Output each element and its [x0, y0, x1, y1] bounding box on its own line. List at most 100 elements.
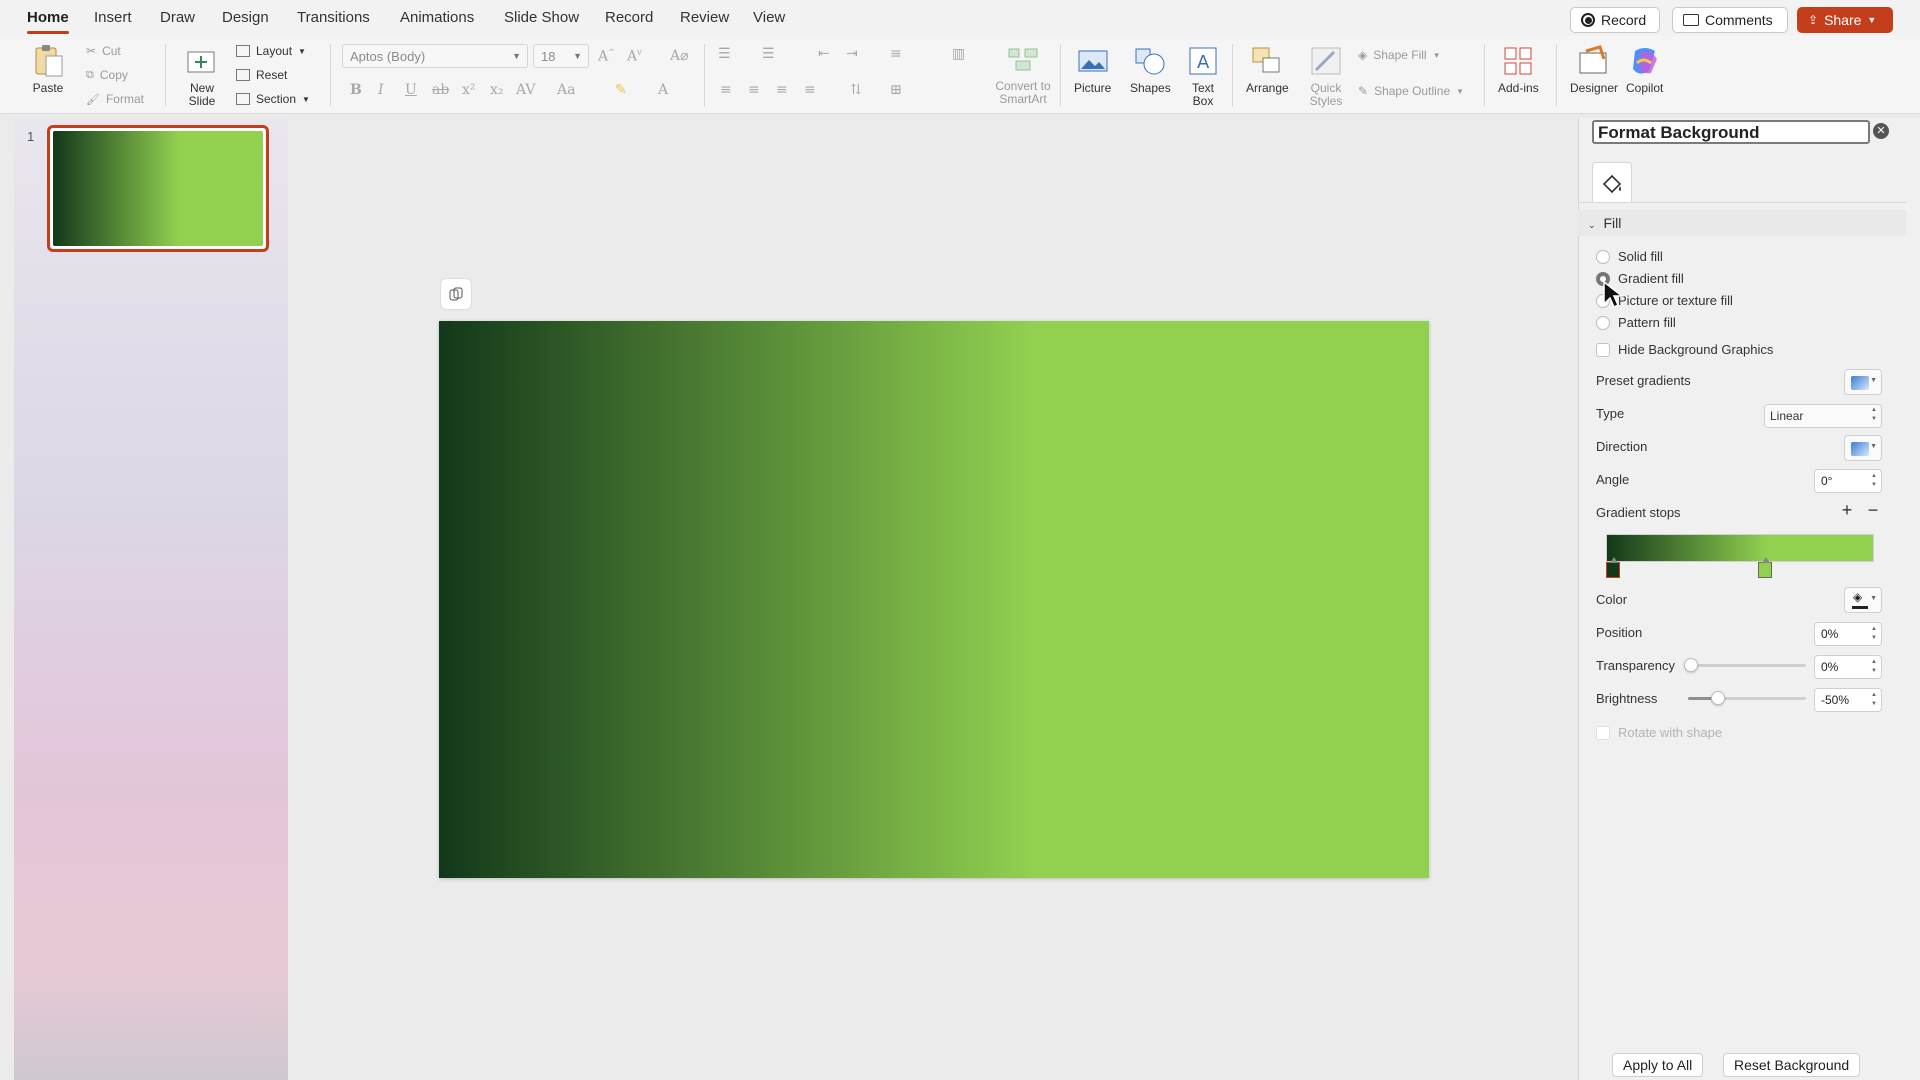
stepper-arrows-icon[interactable]: ▲ ▼: [1871, 658, 1877, 676]
layout-button[interactable]: Layout ▼: [236, 44, 306, 58]
subscript-icon[interactable]: x₂: [490, 82, 504, 98]
bold-icon[interactable]: B: [350, 82, 362, 98]
underline-icon[interactable]: U: [405, 82, 417, 98]
paste-icon: [31, 44, 65, 78]
close-icon[interactable]: ✕: [1873, 123, 1889, 139]
align-left-icon[interactable]: ≡: [720, 82, 732, 98]
angle-label: Angle: [1596, 472, 1630, 487]
increase-indent-icon[interactable]: ⇥: [846, 46, 858, 62]
tab-draw[interactable]: Draw: [160, 9, 195, 26]
tab-transitions[interactable]: Transitions: [297, 9, 370, 26]
font-color-icon[interactable]: A: [658, 82, 668, 98]
character-spacing-icon[interactable]: AV: [516, 82, 536, 98]
tab-animations[interactable]: Animations: [400, 9, 474, 26]
fill-tab[interactable]: [1592, 162, 1632, 202]
justify-icon[interactable]: ≡: [804, 82, 816, 98]
align-text-icon[interactable]: ⊞: [890, 82, 902, 98]
section-button[interactable]: Section ▼: [236, 92, 310, 106]
tab-record[interactable]: Record: [605, 9, 653, 26]
gradient-stop-2[interactable]: [1758, 557, 1773, 578]
tab-review[interactable]: Review: [680, 9, 729, 26]
copilot-button[interactable]: Copilot: [1626, 44, 1663, 95]
picture-button[interactable]: Picture: [1074, 44, 1111, 95]
solid-fill-option[interactable]: Solid fill: [1596, 249, 1663, 264]
hide-background-graphics-option[interactable]: Hide Background Graphics: [1596, 342, 1773, 357]
slide-1[interactable]: [439, 321, 1429, 878]
position-input[interactable]: 0% ▲ ▼: [1814, 622, 1882, 646]
font-name-dropdown[interactable]: Aptos (Body) ▼: [342, 44, 528, 68]
columns-icon[interactable]: ▥: [952, 46, 965, 62]
gradient-type-select[interactable]: Linear ▲ ▼: [1764, 404, 1882, 428]
share-button-label: Share: [1824, 12, 1862, 28]
fill-section-header[interactable]: ⌄ Fill: [1578, 210, 1906, 236]
transparency-input[interactable]: 0% ▲ ▼: [1814, 655, 1882, 679]
brightness-slider-handle[interactable]: [1710, 691, 1725, 705]
angle-input[interactable]: 0° ▲ ▼: [1814, 469, 1882, 493]
align-right-icon[interactable]: ≡: [776, 82, 788, 98]
bullets-icon[interactable]: ☰: [718, 46, 731, 62]
gradient-stop-1[interactable]: [1606, 557, 1620, 578]
reset-background-button[interactable]: Reset Background: [1723, 1053, 1861, 1077]
direction-dropdown[interactable]: ▼: [1844, 435, 1882, 461]
tab-insert[interactable]: Insert: [94, 9, 132, 26]
stepper-arrows-icon[interactable]: ▲ ▼: [1871, 472, 1877, 490]
format-painter-button[interactable]: 🖌 Format: [86, 92, 144, 106]
preset-gradients-dropdown[interactable]: ▼: [1844, 369, 1882, 395]
italic-icon[interactable]: I: [378, 82, 384, 98]
increase-font-icon[interactable]: A^: [598, 48, 615, 65]
designer-suggestions-button[interactable]: [440, 278, 472, 310]
designer-button[interactable]: Designer: [1570, 44, 1618, 95]
remove-gradient-stop-button[interactable]: −: [1862, 500, 1884, 522]
numbering-icon[interactable]: ☰: [762, 46, 775, 62]
hide-background-graphics-checkbox[interactable]: [1596, 342, 1610, 357]
convert-smartart-button[interactable]: Convert to SmartArt: [988, 42, 1058, 106]
add-ins-button[interactable]: Add-ins: [1498, 44, 1539, 95]
rotate-with-shape-option[interactable]: Rotate with shape: [1596, 725, 1722, 740]
change-case-icon[interactable]: Aa: [557, 82, 575, 98]
comments-button[interactable]: Comments: [1672, 7, 1788, 33]
highlight-icon[interactable]: ✎: [615, 82, 627, 98]
tab-view[interactable]: View: [753, 9, 785, 26]
decrease-indent-icon[interactable]: ⇤: [818, 46, 830, 62]
stop-color-dropdown[interactable]: ◈ ▼: [1844, 587, 1882, 613]
copy-button[interactable]: ⧉ Copy: [86, 68, 128, 82]
brightness-value: -50%: [1821, 693, 1850, 707]
designer-icon: [1577, 44, 1611, 78]
pattern-fill-radio[interactable]: [1596, 315, 1610, 330]
apply-to-all-button[interactable]: Apply to All: [1612, 1053, 1704, 1077]
clear-formatting-icon[interactable]: A⌀: [670, 48, 689, 64]
cut-button[interactable]: ✂ Cut: [86, 44, 121, 58]
brightness-input[interactable]: -50% ▲ ▼: [1814, 688, 1882, 712]
rotate-with-shape-checkbox[interactable]: [1596, 725, 1610, 740]
tab-slide-show[interactable]: Slide Show: [504, 9, 579, 26]
new-slide-button[interactable]: New Slide: [180, 44, 224, 108]
solid-fill-radio[interactable]: [1596, 249, 1610, 264]
slide-thumbnail[interactable]: [47, 125, 269, 252]
strikethrough-icon[interactable]: ab: [432, 82, 449, 98]
transparency-slider-handle[interactable]: [1684, 658, 1698, 672]
tab-design[interactable]: Design: [222, 9, 269, 26]
paste-button[interactable]: Paste: [31, 44, 65, 95]
shapes-button[interactable]: Shapes: [1130, 44, 1171, 95]
add-gradient-stop-button[interactable]: +: [1836, 500, 1858, 522]
transparency-slider[interactable]: [1688, 664, 1806, 667]
stepper-arrows-icon[interactable]: ▲ ▼: [1871, 625, 1877, 643]
decrease-font-icon[interactable]: Av: [627, 48, 642, 65]
share-button[interactable]: ⇪ Share ▼: [1797, 7, 1893, 33]
font-size-dropdown[interactable]: 18 ▼: [533, 44, 589, 68]
reset-button[interactable]: Reset: [236, 68, 287, 82]
text-direction-icon[interactable]: ⇅: [850, 82, 862, 98]
gradient-stops-bar[interactable]: [1606, 534, 1874, 562]
arrange-button[interactable]: Arrange: [1246, 44, 1289, 95]
text-box-button[interactable]: A Text Box: [1186, 44, 1220, 108]
shape-fill-button[interactable]: ◈ Shape Fill ▼: [1358, 48, 1441, 62]
stepper-arrows-icon[interactable]: ▲ ▼: [1871, 691, 1877, 709]
record-button[interactable]: Record: [1570, 7, 1660, 33]
quick-styles-button[interactable]: Quick Styles: [1306, 44, 1346, 108]
shape-outline-button[interactable]: ✎ Shape Outline ▼: [1358, 84, 1464, 98]
align-center-icon[interactable]: ≡: [748, 82, 760, 98]
superscript-icon[interactable]: x²: [462, 82, 476, 98]
line-spacing-icon[interactable]: ≡: [890, 46, 902, 62]
pattern-fill-option[interactable]: Pattern fill: [1596, 315, 1676, 330]
tab-home[interactable]: Home: [27, 9, 69, 26]
